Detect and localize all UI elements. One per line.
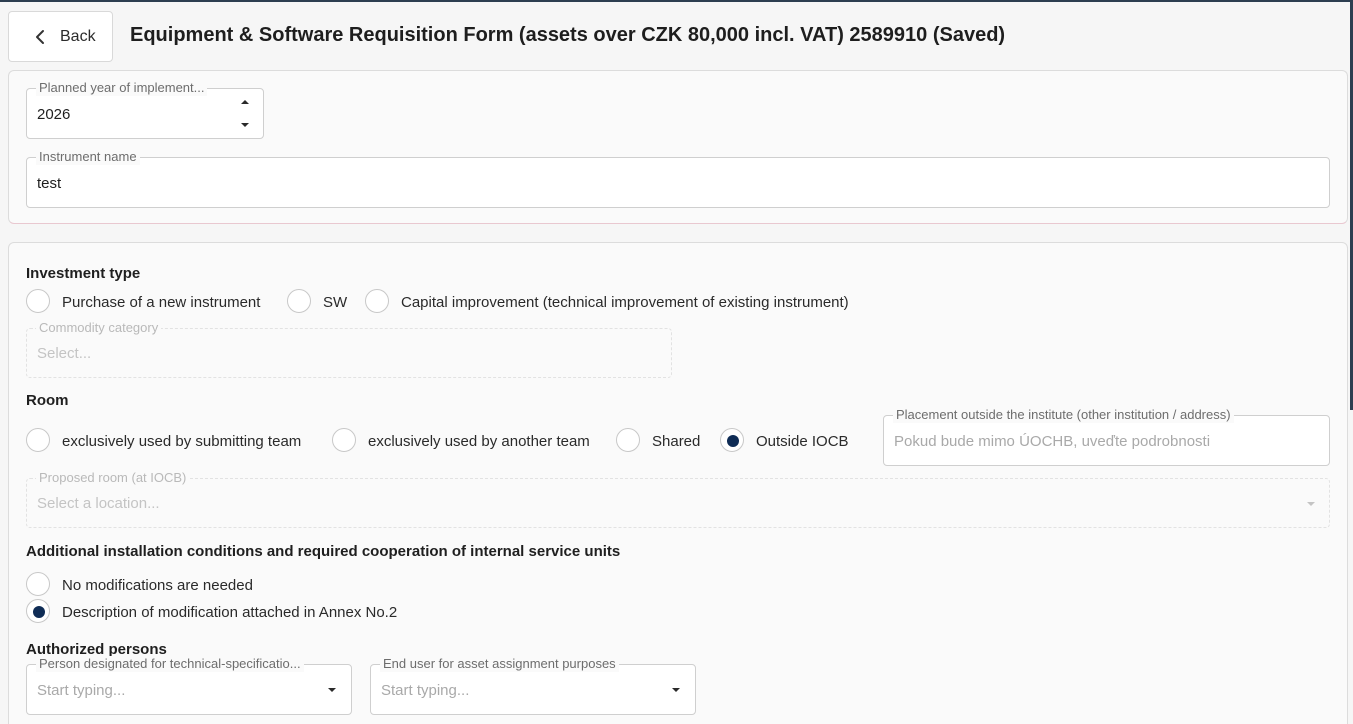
- dropdown-arrow-icon[interactable]: [326, 686, 338, 694]
- radio-submitting-team-label[interactable]: exclusively used by submitting team: [62, 433, 301, 450]
- tech-spec-person-placeholder[interactable]: Start typing...: [37, 682, 125, 699]
- back-button[interactable]: Back: [8, 11, 113, 62]
- commodity-category-label: Commodity category: [36, 320, 162, 336]
- radio-shared-label[interactable]: Shared: [652, 433, 700, 450]
- room-title: Room: [26, 392, 69, 409]
- instrument-name-value[interactable]: test: [37, 175, 61, 192]
- proposed-room-placeholder: Select a location...: [37, 495, 160, 512]
- dropdown-arrow-icon[interactable]: [670, 686, 682, 694]
- instrument-name-field[interactable]: Instrument name test: [26, 149, 1330, 208]
- radio-outside-iocb[interactable]: [720, 428, 744, 452]
- radio-another-team-label[interactable]: exclusively used by another team: [368, 433, 590, 450]
- radio-modification-annex[interactable]: [26, 599, 50, 623]
- radio-outside-iocb-label[interactable]: Outside IOCB: [756, 433, 849, 450]
- tech-spec-person-label: Person designated for technical-specific…: [36, 656, 304, 672]
- radio-no-modifications-label[interactable]: No modifications are needed: [62, 577, 253, 594]
- placement-outside-label: Placement outside the institute (other i…: [893, 407, 1234, 423]
- radio-modification-annex-label[interactable]: Description of modification attached in …: [62, 604, 397, 621]
- proposed-room-label: Proposed room (at IOCB): [36, 470, 190, 486]
- end-user-label: End user for asset assignment purposes: [380, 656, 619, 672]
- radio-submitting-team[interactable]: [26, 428, 50, 452]
- window-top-border: [0, 0, 1353, 2]
- commodity-category-placeholder: Select...: [37, 345, 92, 362]
- end-user-combobox[interactable]: End user for asset assignment purposes S…: [370, 656, 696, 715]
- radio-no-modifications[interactable]: [26, 572, 50, 596]
- end-user-placeholder[interactable]: Start typing...: [381, 682, 469, 699]
- radio-purchase-new-label[interactable]: Purchase of a new instrument: [62, 294, 260, 311]
- planned-year-label: Planned year of implement...: [36, 80, 208, 96]
- increment-icon[interactable]: [239, 97, 251, 107]
- radio-sw-label[interactable]: SW: [323, 294, 347, 311]
- radio-shared[interactable]: [616, 428, 640, 452]
- planned-year-value[interactable]: 2026: [37, 106, 70, 123]
- tech-spec-person-combobox[interactable]: Person designated for technical-specific…: [26, 656, 352, 715]
- radio-sw[interactable]: [287, 289, 311, 313]
- radio-capital-improvement-label[interactable]: Capital improvement (technical improveme…: [401, 294, 849, 311]
- page-title: Equipment & Software Requisition Form (a…: [130, 24, 1006, 46]
- planned-year-field[interactable]: Planned year of implement... 2026: [26, 80, 264, 139]
- details-card: Investment type Purchase of a new instru…: [8, 242, 1348, 724]
- dropdown-arrow-icon: [1307, 502, 1315, 506]
- placement-outside-input[interactable]: Placement outside the institute (other i…: [883, 407, 1330, 466]
- instrument-name-label: Instrument name: [36, 149, 140, 165]
- general-info-card: Planned year of implement... 2026 Instru…: [8, 70, 1348, 224]
- decrement-icon[interactable]: [239, 120, 251, 130]
- proposed-room-select: Proposed room (at IOCB) Select a locatio…: [26, 470, 1330, 528]
- chevron-left-icon: [36, 29, 44, 44]
- installation-title: Additional installation conditions and r…: [26, 543, 621, 560]
- placement-outside-placeholder[interactable]: Pokud bude mimo ÚOCHB, uveďte podrobnost…: [894, 433, 1210, 450]
- back-button-label: Back: [60, 27, 96, 45]
- radio-capital-improvement[interactable]: [365, 289, 389, 313]
- commodity-category-select: Commodity category Select...: [26, 320, 672, 378]
- radio-another-team[interactable]: [332, 428, 356, 452]
- investment-type-title: Investment type: [26, 265, 141, 282]
- radio-purchase-new[interactable]: [26, 289, 50, 313]
